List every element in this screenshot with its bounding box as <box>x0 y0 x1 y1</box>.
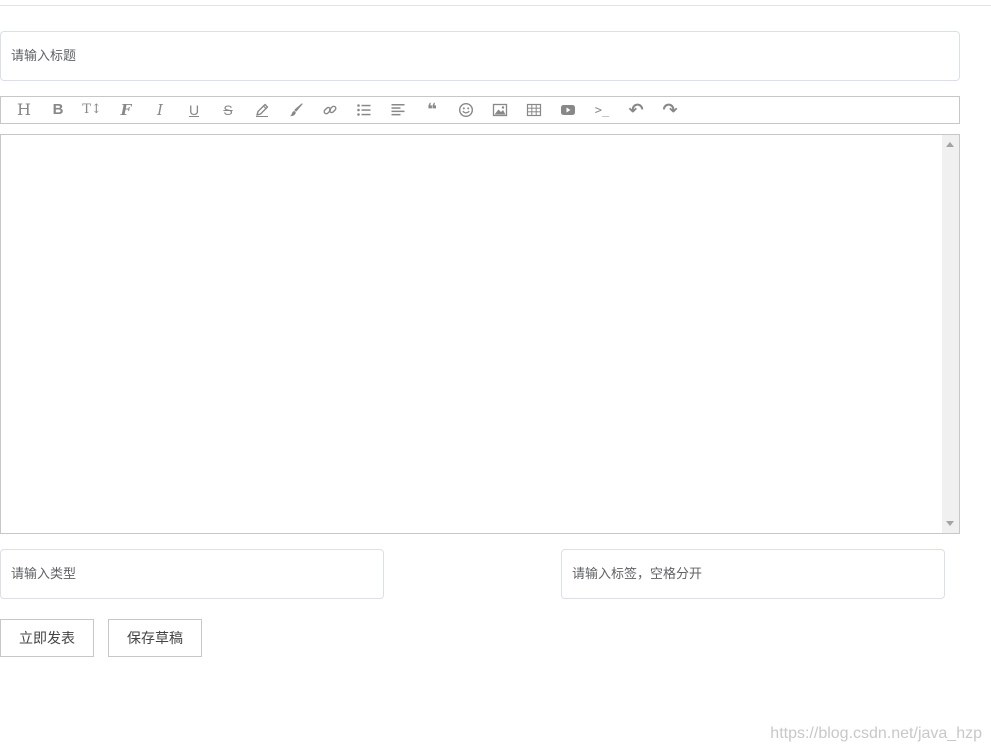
watermark: https://blog.csdn.net/java_hzp <box>770 725 982 742</box>
text-color-button[interactable] <box>251 100 273 120</box>
type-input[interactable] <box>0 549 384 599</box>
publish-button[interactable]: 立即发表 <box>0 619 94 657</box>
terminal-icon: >_ <box>594 103 610 117</box>
justify-button[interactable] <box>387 100 409 120</box>
undo-icon: ↶ <box>628 100 644 120</box>
quote-icon: ❝ <box>427 100 437 119</box>
image-icon <box>492 103 508 117</box>
editor-textarea[interactable] <box>1 135 942 533</box>
heading-icon: H <box>17 100 31 119</box>
scroll-down-icon[interactable] <box>946 521 954 526</box>
editor-scrollbar[interactable] <box>942 135 959 533</box>
title-input[interactable] <box>0 31 960 81</box>
quote-button[interactable]: ❝ <box>421 100 443 120</box>
code-button[interactable]: >_ <box>591 100 613 120</box>
image-button[interactable] <box>489 100 511 120</box>
paint-brush-icon <box>290 103 303 117</box>
underline-button[interactable]: U <box>183 100 205 120</box>
strikethrough-button[interactable]: S <box>217 100 239 120</box>
redo-icon: ↷ <box>662 100 678 120</box>
save-draft-button[interactable]: 保存草稿 <box>108 619 202 657</box>
italic-button[interactable]: I <box>149 100 171 120</box>
emoticon-button[interactable] <box>455 100 477 120</box>
font-icon: F <box>120 101 132 119</box>
pencil-icon <box>256 103 269 117</box>
font-size-icon: T↕ <box>82 102 102 117</box>
link-button[interactable] <box>319 100 341 120</box>
list-button[interactable] <box>353 100 375 120</box>
smiley-icon <box>458 102 474 118</box>
strikethrough-icon: S <box>223 102 233 118</box>
video-icon <box>561 105 575 115</box>
top-divider <box>0 5 991 6</box>
tags-input[interactable] <box>561 549 945 599</box>
video-button[interactable] <box>557 100 579 120</box>
font-size-button[interactable]: T↕ <box>81 100 103 120</box>
font-family-button[interactable]: F <box>115 100 137 120</box>
link-icon <box>323 105 337 115</box>
background-color-button[interactable] <box>285 100 307 120</box>
italic-icon: I <box>157 101 163 119</box>
editor-toolbar: H B T↕ F I U S ❝ >_ ↶ ↷ <box>0 96 960 124</box>
list-icon <box>357 104 371 116</box>
redo-button[interactable]: ↷ <box>659 100 681 120</box>
underline-icon: U <box>188 102 200 118</box>
heading-button[interactable]: H <box>13 100 35 120</box>
scroll-up-icon[interactable] <box>946 142 954 147</box>
undo-button[interactable]: ↶ <box>625 100 647 120</box>
table-icon <box>526 103 542 117</box>
align-left-icon <box>391 104 405 116</box>
table-button[interactable] <box>523 100 545 120</box>
bold-button[interactable]: B <box>47 100 69 120</box>
markdown-editor <box>0 134 960 534</box>
bold-icon: B <box>52 101 64 118</box>
